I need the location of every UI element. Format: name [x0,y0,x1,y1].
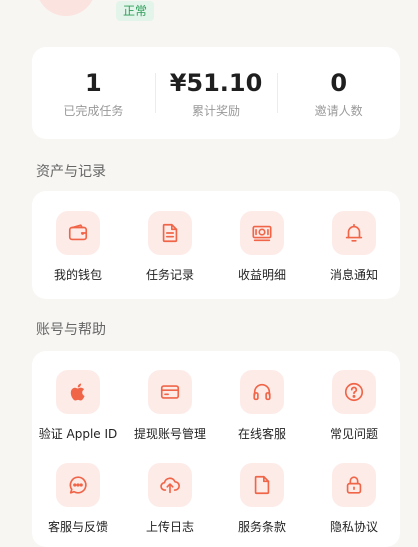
stat-value: ¥51.10 [169,68,263,97]
wallet-button[interactable]: 我的钱包 [32,211,124,299]
stat-label: 邀请人数 [314,103,363,118]
verify-apple-id-button[interactable]: 验证 Apple ID [32,370,124,441]
tile-label: 隐私协议 [329,520,378,534]
stat-value: 0 [330,68,348,97]
headphones-icon [240,370,284,414]
privacy-policy-button[interactable]: 隐私协议 [308,463,400,534]
earnings-detail-button[interactable]: 收益明细 [216,211,308,299]
stat-label: 累计奖励 [192,103,241,118]
tile-label: 我的钱包 [53,268,102,282]
assets-card: 我的钱包 任务记录 收益明细 消息通知 [32,191,400,299]
status-badge: 正常 [116,1,155,21]
apple-icon [56,370,100,414]
withdrawal-accounts-button[interactable]: 提现账号管理 [124,370,216,441]
document-icon [148,211,192,255]
tile-label: 服务条款 [237,520,286,534]
notifications-button[interactable]: 消息通知 [308,211,400,299]
avatar[interactable] [36,0,96,16]
wallet-icon [56,211,100,255]
section-title-assets: 资产与记录 [36,164,106,180]
file-icon [240,463,284,507]
lock-icon [332,463,376,507]
account-card: 验证 Apple ID 提现账号管理 在线客服 常见问题 客服与反馈 上传日志 … [32,351,400,547]
terms-of-service-button[interactable]: 服务条款 [216,463,308,534]
stats-card: 1 已完成任务 ¥51.10 累计奖励 0 邀请人数 [32,47,400,139]
stat-total-rewards[interactable]: ¥51.10 累计奖励 [154,68,278,118]
question-icon [332,370,376,414]
task-records-button[interactable]: 任务记录 [124,211,216,299]
tile-label: 消息通知 [329,268,378,282]
upload-log-button[interactable]: 上传日志 [124,463,216,534]
cloud-upload-icon [148,463,192,507]
tile-label: 常见问题 [329,427,378,441]
stat-invites[interactable]: 0 邀请人数 [277,69,400,118]
credit-card-icon [148,370,192,414]
tile-label: 上传日志 [145,520,194,534]
feedback-button[interactable]: 客服与反馈 [32,463,124,534]
stat-label: 已完成任务 [63,103,124,118]
online-support-button[interactable]: 在线客服 [216,370,308,441]
tile-label: 提现账号管理 [133,427,206,441]
tile-label: 收益明细 [237,268,286,282]
stat-value: 1 [84,68,102,97]
bell-icon [332,211,376,255]
banknote-icon [240,211,284,255]
stat-completed-tasks[interactable]: 1 已完成任务 [32,69,155,118]
tile-label: 客服与反馈 [47,520,108,534]
section-title-account: 账号与帮助 [36,322,106,338]
tile-label: 验证 Apple ID [38,427,118,441]
chat-icon [56,463,100,507]
tile-label: 任务记录 [145,268,194,282]
faq-button[interactable]: 常见问题 [308,370,400,441]
tile-label: 在线客服 [237,427,286,441]
